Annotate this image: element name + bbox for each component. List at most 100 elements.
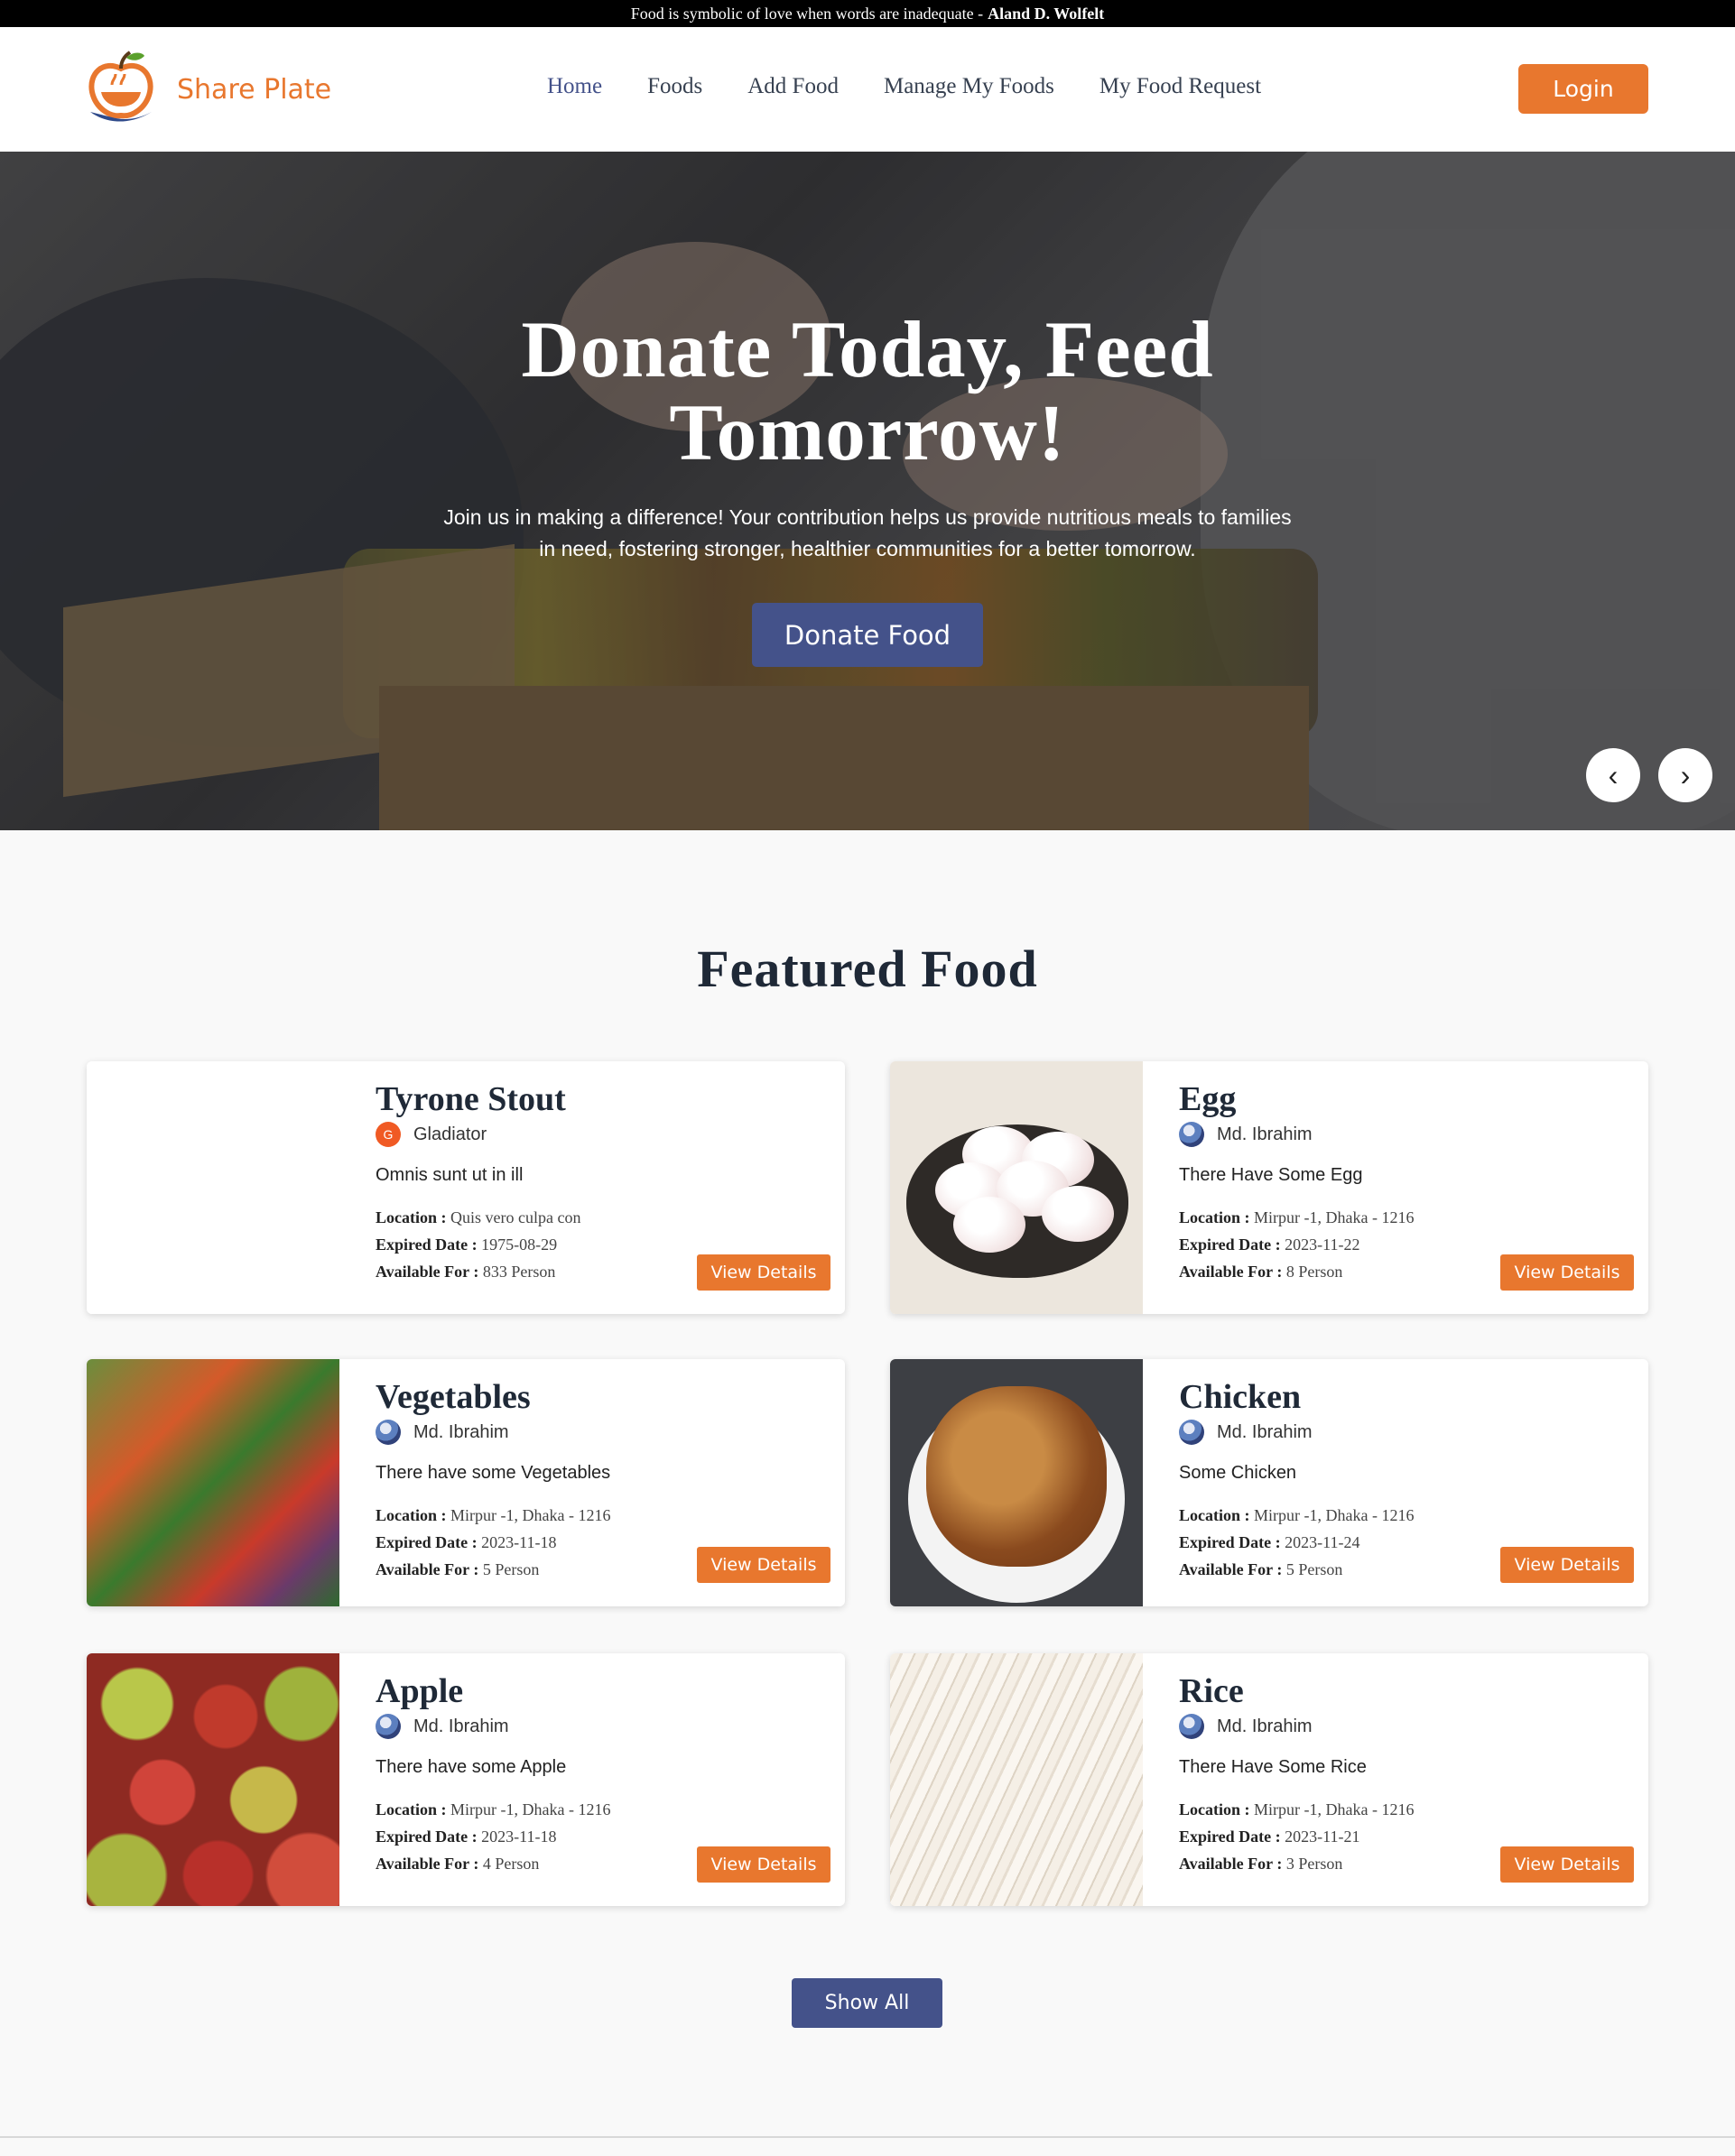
food-description: Some Chicken: [1179, 1463, 1297, 1483]
view-details-button[interactable]: View Details: [1500, 1547, 1634, 1583]
location-value: Quis vero culpa con: [450, 1208, 581, 1226]
donor: Md. Ibrahim: [1179, 1714, 1630, 1739]
available-label: Available For :: [1179, 1560, 1283, 1578]
expired-label: Expired Date :: [376, 1828, 478, 1846]
location-label: Location :: [1179, 1800, 1250, 1818]
nav-manage-my-foods[interactable]: Manage My Foods: [884, 74, 1054, 99]
available-label: Available For :: [376, 1560, 479, 1578]
expired-value: 2023-11-18: [481, 1533, 557, 1551]
nav-home[interactable]: Home: [547, 74, 602, 99]
location-label: Location :: [376, 1800, 447, 1818]
donor: Md. Ibrahim: [376, 1420, 827, 1445]
location-label: Location :: [1179, 1506, 1250, 1524]
food-card: Apple Md. Ibrahim There have some Apple …: [87, 1653, 845, 1906]
featured-title: Featured Food: [697, 939, 1038, 998]
avatar: G: [376, 1122, 401, 1147]
share-plate-logo-icon: [88, 51, 153, 122]
location-label: Location :: [376, 1506, 447, 1524]
brand[interactable]: Share Plate: [85, 49, 331, 130]
donor: Md. Ibrahim: [1179, 1122, 1630, 1147]
location-label: Location :: [1179, 1208, 1250, 1226]
carousel-prev-button[interactable]: ‹: [1586, 748, 1640, 802]
view-details-button[interactable]: View Details: [697, 1846, 830, 1883]
chevron-right-icon: ›: [1680, 758, 1691, 791]
available-value: 3 Person: [1285, 1855, 1343, 1873]
food-description: There have some Apple: [376, 1757, 567, 1777]
nav-my-food-request[interactable]: My Food Request: [1099, 74, 1261, 99]
view-details-button[interactable]: View Details: [697, 1547, 830, 1583]
donor-name: Md. Ibrahim: [1217, 1421, 1313, 1442]
food-card: Tyrone Stout G Gladiator Omnis sunt ut i…: [87, 1061, 845, 1314]
donor: Md. Ibrahim: [376, 1714, 827, 1739]
navbar: Share Plate Home Foods Add Food Manage M…: [0, 27, 1735, 152]
avatar: [1179, 1420, 1204, 1445]
available-label: Available For :: [376, 1263, 479, 1281]
nav-add-food[interactable]: Add Food: [747, 74, 839, 99]
food-name: Chicken: [1179, 1378, 1302, 1416]
food-card: Chicken Md. Ibrahim Some Chicken Locatio…: [890, 1359, 1648, 1606]
brand-name: Share Plate: [177, 73, 332, 106]
location-value: Mirpur -1, Dhaka - 1216: [450, 1800, 611, 1818]
quote-bar: Food is symbolic of love when words are …: [0, 0, 1735, 27]
donor-name: Md. Ibrahim: [1217, 1716, 1313, 1736]
expired-value: 2023-11-24: [1285, 1533, 1360, 1551]
carousel-next-button[interactable]: ›: [1658, 748, 1712, 802]
available-value: 833 Person: [482, 1263, 556, 1281]
food-card: Egg Md. Ibrahim There Have Some Egg Loca…: [890, 1061, 1648, 1314]
divider: [0, 2136, 1735, 2138]
location-label: Location :: [376, 1208, 447, 1226]
expired-label: Expired Date :: [376, 1533, 478, 1551]
egg-shape: [1042, 1186, 1114, 1242]
food-card: Rice Md. Ibrahim There Have Some Rice Lo…: [890, 1653, 1648, 1906]
food-image: [87, 1653, 339, 1906]
available-label: Available For :: [376, 1855, 479, 1873]
donor-name: Gladiator: [413, 1124, 487, 1144]
food-image: [87, 1061, 339, 1314]
donate-food-button[interactable]: Donate Food: [752, 603, 983, 667]
food-image: [890, 1359, 1143, 1606]
food-name: Rice: [1179, 1672, 1244, 1710]
login-button[interactable]: Login: [1518, 64, 1648, 114]
avatar: [376, 1714, 401, 1739]
location-value: Mirpur -1, Dhaka - 1216: [1254, 1800, 1415, 1818]
avatar: [376, 1420, 401, 1445]
chevron-left-icon: ‹: [1608, 758, 1619, 791]
expired-label: Expired Date :: [376, 1235, 478, 1254]
food-name: Tyrone Stout: [376, 1080, 566, 1118]
view-details-button[interactable]: View Details: [697, 1254, 830, 1291]
expired-value: 1975-08-29: [481, 1235, 558, 1254]
available-value: 8 Person: [1285, 1263, 1343, 1281]
hero-title: Donate Today, Feed Tomorrow!: [521, 306, 1214, 477]
quote-author: Aland D. Wolfelt: [988, 4, 1105, 23]
food-description: There have some Vegetables: [376, 1463, 611, 1483]
chicken-shape: [926, 1386, 1107, 1567]
show-all-button[interactable]: Show All: [792, 1978, 942, 2028]
view-details-button[interactable]: View Details: [1500, 1846, 1634, 1883]
egg-shape: [953, 1197, 1025, 1253]
food-image: [890, 1653, 1143, 1906]
location-value: Mirpur -1, Dhaka - 1216: [450, 1506, 611, 1524]
location-value: Mirpur -1, Dhaka - 1216: [1254, 1506, 1415, 1524]
expired-value: 2023-11-22: [1285, 1235, 1360, 1254]
main-nav: Home Foods Add Food Manage My Foods My F…: [547, 74, 1261, 99]
hero-overlay: [0, 152, 1735, 830]
expired-value: 2023-11-21: [1285, 1828, 1360, 1846]
donor-name: Md. Ibrahim: [413, 1716, 509, 1736]
donor-name: Md. Ibrahim: [1217, 1124, 1313, 1144]
avatar: [1179, 1714, 1204, 1739]
expired-value: 2023-11-18: [481, 1828, 557, 1846]
donor: G Gladiator: [376, 1122, 827, 1147]
hero-banner: Donate Today, Feed Tomorrow! Join us in …: [0, 152, 1735, 830]
donor-name: Md. Ibrahim: [413, 1421, 509, 1442]
available-label: Available For :: [1179, 1855, 1283, 1873]
food-name: Apple: [376, 1672, 464, 1710]
expired-label: Expired Date :: [1179, 1533, 1281, 1551]
avatar: [1179, 1122, 1204, 1147]
expired-label: Expired Date :: [1179, 1235, 1281, 1254]
available-value: 5 Person: [482, 1560, 540, 1578]
quote-text: Food is symbolic of love when words are …: [630, 4, 984, 23]
available-value: 5 Person: [1285, 1560, 1343, 1578]
nav-foods[interactable]: Foods: [647, 74, 702, 99]
hero-subtitle: Join us in making a difference! Your con…: [443, 505, 1292, 560]
view-details-button[interactable]: View Details: [1500, 1254, 1634, 1291]
